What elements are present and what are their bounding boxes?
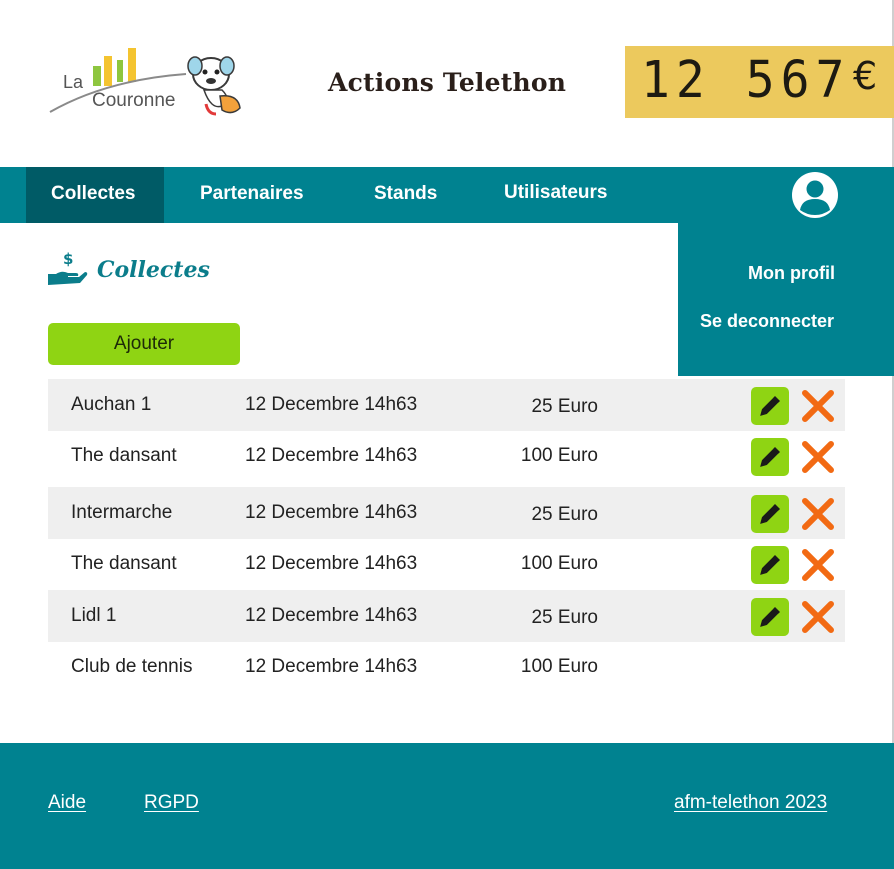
pencil-icon bbox=[760, 396, 780, 416]
logo-text-top: La bbox=[63, 72, 84, 92]
row-amount: 25 Euro bbox=[531, 504, 598, 525]
table-row: Auchan 1 12 Decembre 14h63 25 Euro bbox=[48, 379, 845, 431]
delete-button[interactable] bbox=[800, 598, 836, 636]
close-icon bbox=[802, 601, 834, 633]
table-row: The dansant 12 Decembre 14h63 100 Euro bbox=[48, 538, 845, 590]
add-button[interactable]: Ajouter bbox=[48, 323, 240, 365]
delete-button[interactable] bbox=[800, 546, 836, 584]
edit-button[interactable] bbox=[751, 495, 789, 533]
row-date: 12 Decembre 14h63 bbox=[245, 445, 418, 466]
row-amount: 100 Euro bbox=[520, 553, 598, 574]
nav-item-partenaires[interactable]: Partenaires bbox=[200, 167, 304, 223]
edit-button[interactable] bbox=[751, 546, 789, 584]
la-couronne-logo[interactable]: La Couronne bbox=[46, 44, 246, 122]
logout-link[interactable]: Se deconnecter bbox=[700, 311, 834, 332]
counter-value: 12 567 bbox=[641, 50, 851, 110]
nav-item-stands[interactable]: Stands bbox=[374, 167, 437, 223]
row-amount: 25 Euro bbox=[531, 607, 598, 628]
row-name: The dansant bbox=[71, 553, 177, 574]
row-name: Lidl 1 bbox=[71, 605, 117, 626]
pencil-icon bbox=[760, 504, 780, 524]
row-name: Intermarche bbox=[71, 502, 173, 523]
footer-link-rgpd[interactable]: RGPD bbox=[144, 792, 199, 814]
close-icon bbox=[802, 441, 834, 473]
profile-menu: Mon profil Se deconnecter bbox=[678, 223, 894, 376]
mascot-icon bbox=[187, 56, 241, 116]
row-name: Auchan 1 bbox=[71, 394, 152, 415]
close-icon bbox=[802, 390, 834, 422]
row-date: 12 Decembre 14h63 bbox=[245, 394, 418, 415]
svg-text:$: $ bbox=[63, 250, 73, 268]
table-row: The dansant 12 Decembre 14h63 100 Euro bbox=[48, 430, 845, 482]
row-amount: 100 Euro bbox=[520, 656, 598, 677]
delete-button[interactable] bbox=[800, 438, 836, 476]
table-row: Club de tennis 12 Decembre 14h63 100 Eur… bbox=[48, 641, 845, 693]
row-name: The dansant bbox=[71, 445, 177, 466]
nav-item-collectes[interactable]: Collectes bbox=[26, 167, 164, 223]
row-date: 12 Decembre 14h63 bbox=[245, 656, 418, 677]
row-name: Club de tennis bbox=[71, 656, 193, 677]
hand-money-icon: $ bbox=[48, 250, 88, 286]
delete-button[interactable] bbox=[800, 387, 836, 425]
section-title: Collectes bbox=[97, 257, 210, 283]
close-icon bbox=[802, 498, 834, 530]
edit-button[interactable] bbox=[751, 438, 789, 476]
logo-text-bottom: Couronne bbox=[92, 90, 175, 111]
nav-item-utilisateurs[interactable]: Utilisateurs bbox=[504, 166, 607, 222]
footer: Aide RGPD afm-telethon 2023 bbox=[0, 743, 894, 869]
user-avatar[interactable] bbox=[792, 172, 838, 218]
pencil-icon bbox=[760, 447, 780, 467]
app-title: Actions Telethon bbox=[328, 68, 567, 97]
main-nav: Collectes Partenaires Stands Utilisateur… bbox=[0, 167, 894, 223]
edit-button[interactable] bbox=[751, 387, 789, 425]
row-date: 12 Decembre 14h63 bbox=[245, 553, 418, 574]
row-amount: 100 Euro bbox=[520, 445, 598, 466]
counter-currency: € bbox=[853, 54, 878, 98]
logo-graphic: La Couronne bbox=[49, 48, 241, 116]
user-icon bbox=[800, 180, 830, 215]
edit-button[interactable] bbox=[751, 598, 789, 636]
row-amount: 25 Euro bbox=[531, 396, 598, 417]
pencil-icon bbox=[760, 555, 780, 575]
row-date: 12 Decembre 14h63 bbox=[245, 502, 418, 523]
close-icon bbox=[802, 549, 834, 581]
page-frame: La Couronne Actions Telethon 12 567 € Co… bbox=[0, 0, 894, 869]
donation-counter: 12 567 € bbox=[625, 46, 894, 118]
table-row: Intermarche 12 Decembre 14h63 25 Euro bbox=[48, 487, 845, 539]
footer-link-aide[interactable]: Aide bbox=[48, 792, 86, 814]
footer-link-afm-telethon[interactable]: afm-telethon 2023 bbox=[674, 792, 827, 814]
delete-button[interactable] bbox=[800, 495, 836, 533]
row-date: 12 Decembre 14h63 bbox=[245, 605, 418, 626]
pencil-icon bbox=[760, 607, 780, 627]
table-row: Lidl 1 12 Decembre 14h63 25 Euro bbox=[48, 590, 845, 642]
my-profile-link[interactable]: Mon profil bbox=[748, 263, 835, 284]
